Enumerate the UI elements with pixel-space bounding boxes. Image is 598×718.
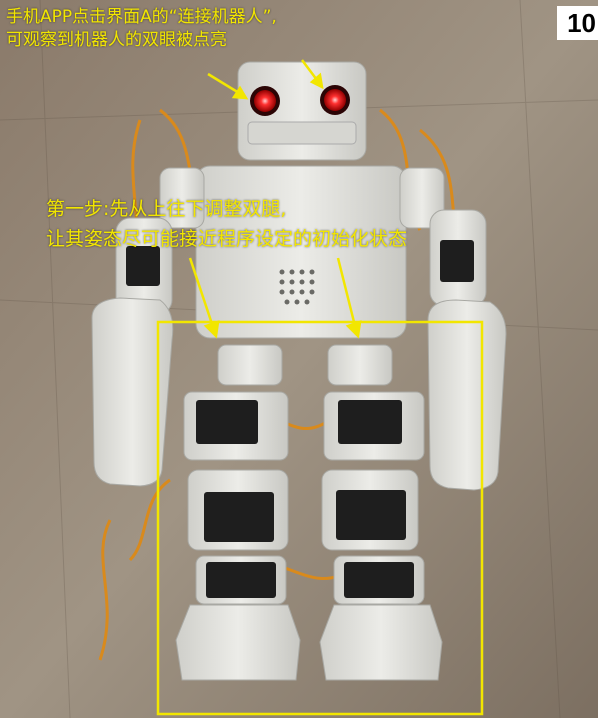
step-annotation-line2: 让其姿态尽可能接近程序设定的初始化状态 [46, 228, 408, 250]
right-eye [324, 89, 346, 111]
step-annotation: 第一步:先从上往下调整双腿, 让其姿态尽可能接近程序设定的初始化状态 [46, 194, 407, 254]
top-annotation-line2: 可观察到机器人的双眼被点亮 [6, 30, 227, 50]
top-annotation: 手机APP点击界面A的“连接机器人”, 可观察到机器人的双眼被点亮 [6, 6, 277, 52]
photo-stage: 手机APP点击界面A的“连接机器人”, 可观察到机器人的双眼被点亮 第一步:先从… [0, 0, 598, 718]
top-annotation-line1: 手机APP点击界面A的“连接机器人”, [6, 7, 277, 27]
left-eye [254, 90, 276, 112]
robot-left-leg [175, 344, 301, 681]
robot-head [237, 61, 367, 161]
page-number: 10 [557, 6, 598, 40]
robot-photo [0, 0, 598, 718]
step-annotation-line1: 第一步:先从上往下调整双腿, [46, 198, 287, 220]
